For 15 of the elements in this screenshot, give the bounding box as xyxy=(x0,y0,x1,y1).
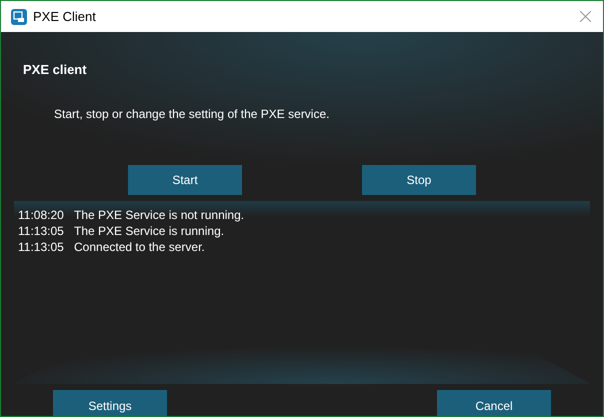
window-title: PXE Client xyxy=(33,8,96,26)
log-time: 11:13:05 xyxy=(18,222,65,240)
description: Start, stop or change the setting of the PXE service. xyxy=(54,106,330,122)
close-icon[interactable] xyxy=(580,11,591,22)
service-button[interactable]: Start xyxy=(128,164,242,194)
service-button[interactable]: Stop xyxy=(362,164,476,194)
log-message: Connected to the server. xyxy=(74,238,205,256)
log-message: The PXE Service is running. xyxy=(74,222,224,240)
heading: PXE client xyxy=(23,61,88,79)
log-time: 11:13:05 xyxy=(18,238,65,256)
footer-button[interactable]: Settings xyxy=(53,390,167,416)
footer-button[interactable]: Cancel xyxy=(437,390,551,416)
log-time: 11:08:20 xyxy=(18,206,65,224)
app-icon xyxy=(11,8,27,24)
log-message: The PXE Service is not running. xyxy=(74,206,244,224)
